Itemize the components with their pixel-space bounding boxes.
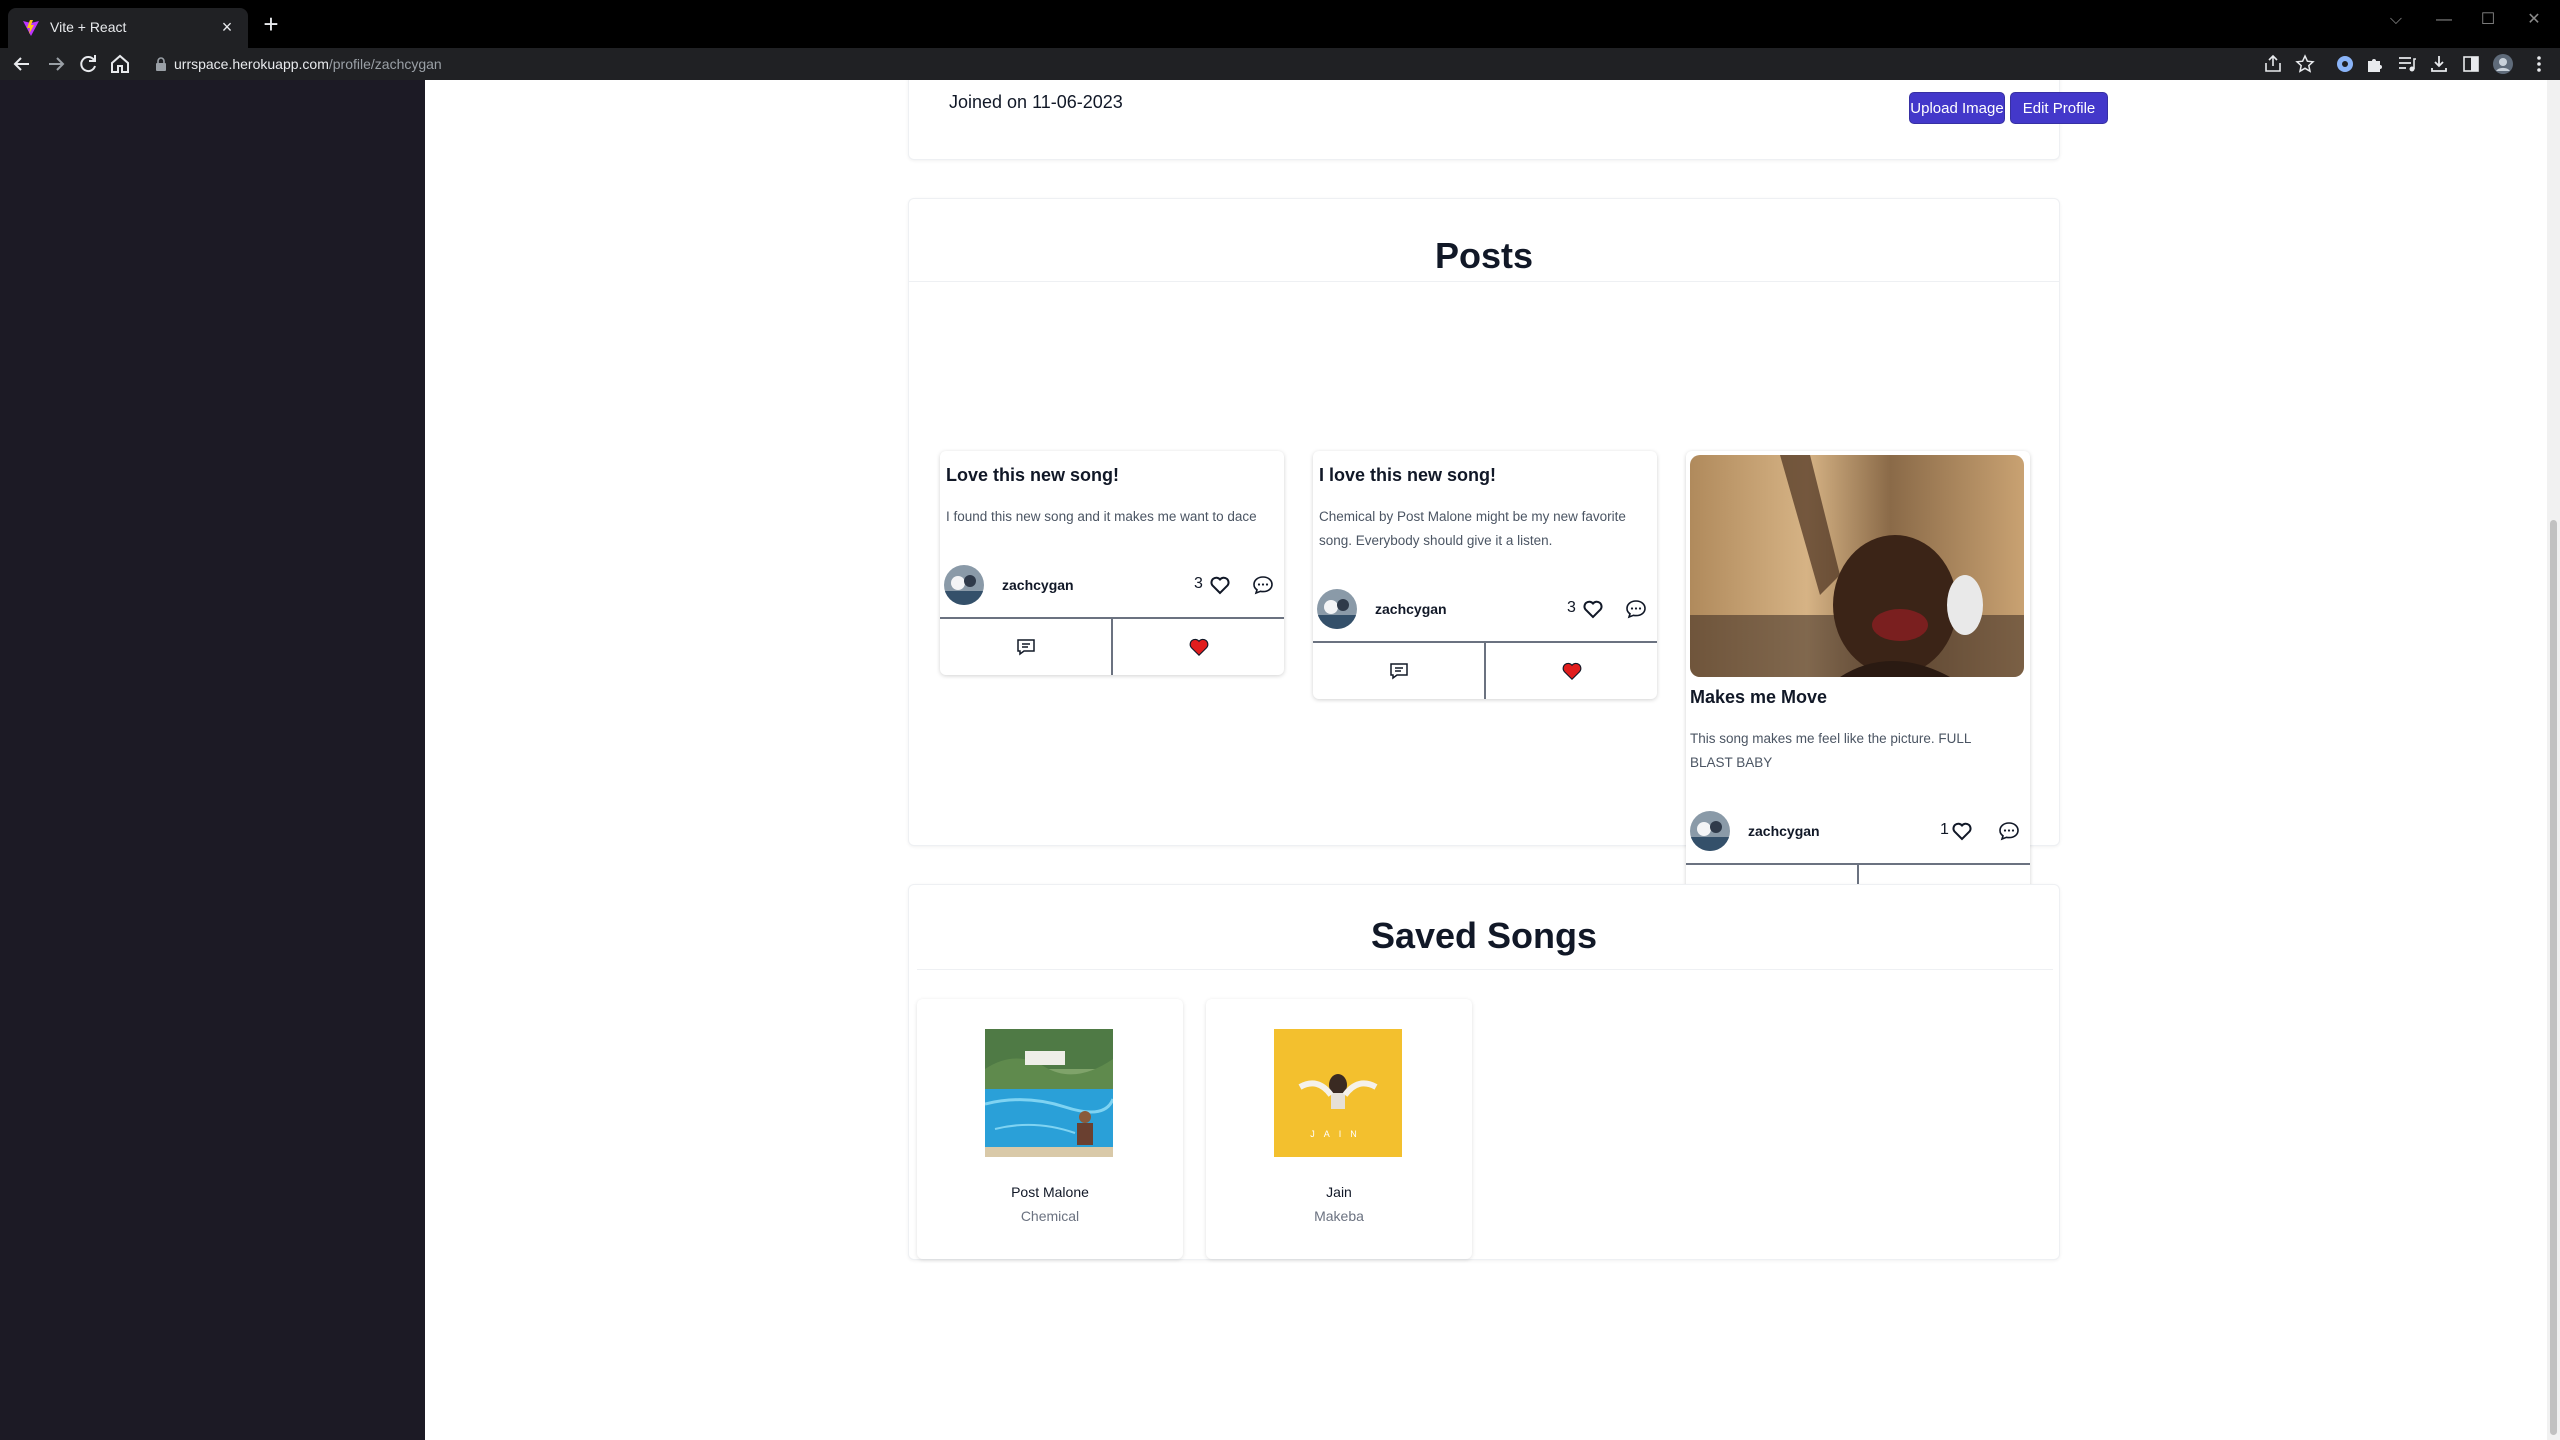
comment-icon[interactable] — [1624, 597, 1648, 621]
posts-section: Posts Love this new song! I found this n… — [908, 198, 2060, 921]
post-username[interactable]: zachcygan — [1375, 601, 1447, 617]
like-count: 3 — [1567, 599, 1576, 616]
album-cover: JAIN — [1274, 1029, 1402, 1157]
post-body: I found this new song and it makes me wa… — [946, 509, 1257, 524]
download-icon[interactable] — [2428, 53, 2450, 75]
browser-tab[interactable]: Vite + React × — [8, 8, 248, 48]
edit-profile-button[interactable]: Edit Profile — [2010, 92, 2108, 124]
comment-button[interactable] — [940, 619, 1112, 675]
like-count: 1 — [1940, 821, 1949, 838]
profile-avatar-icon[interactable] — [2492, 53, 2514, 75]
post-title: Love this new song! — [946, 465, 1120, 485]
heart-outline-icon[interactable] — [1208, 573, 1232, 597]
page-scrollbar[interactable] — [2547, 80, 2560, 1440]
reload-icon[interactable] — [76, 52, 100, 76]
song-card[interactable]: JAIN Jain Makeba — [1206, 999, 1472, 1259]
post-title: Makes me Move — [1690, 687, 1828, 707]
tab-search-icon[interactable]: ⌵ — [2376, 6, 2416, 34]
post-photo — [1690, 455, 2024, 677]
song-artist: Post Malone — [1011, 1184, 1089, 1200]
tab-title: Vite + React — [50, 19, 127, 35]
post-username[interactable]: zachcygan — [1748, 823, 1820, 839]
saved-songs-divider — [917, 969, 2053, 970]
home-icon[interactable] — [108, 52, 132, 76]
user-avatar[interactable] — [1317, 589, 1357, 629]
close-window-icon[interactable]: ✕ — [2514, 6, 2554, 34]
user-avatar[interactable] — [944, 565, 984, 605]
posts-divider — [909, 281, 2059, 282]
bookmark-star-icon[interactable] — [2294, 53, 2316, 75]
upload-image-button[interactable]: Upload Image — [1909, 92, 2005, 124]
puzzle-extensions-icon[interactable] — [2364, 53, 2386, 75]
song-card[interactable]: Post Malone Chemical — [917, 999, 1183, 1259]
media-control-icon[interactable] — [2396, 53, 2418, 75]
user-avatar[interactable] — [1690, 811, 1730, 851]
message-square-icon — [1016, 639, 1035, 656]
browser-toolbar: urrspace.herokuapp.com/profile/zachcygan — [0, 48, 2560, 80]
like-button[interactable] — [1112, 619, 1284, 675]
album-cover-text: JAIN — [1310, 1129, 1366, 1139]
like-count: 3 — [1194, 575, 1203, 592]
heart-outline-icon[interactable] — [1581, 597, 1605, 621]
song-artist: Jain — [1326, 1184, 1352, 1200]
main-content: Joined on 11-06-2023 Upload Image Edit P… — [425, 80, 2547, 1440]
posts-heading: Posts — [1434, 235, 1534, 276]
post-actions — [940, 617, 1284, 675]
share-icon[interactable] — [2262, 53, 2284, 75]
like-button[interactable] — [1485, 643, 1657, 699]
sidebar — [0, 80, 425, 1440]
saved-songs-heading: Saved Songs — [1370, 915, 1598, 956]
post-title: I love this new song! — [1319, 465, 1497, 485]
back-icon[interactable] — [10, 52, 34, 76]
url-text: urrspace.herokuapp.com/profile/zachcygan — [174, 56, 442, 72]
heart-filled-icon — [1189, 638, 1208, 657]
tab-close-icon[interactable]: × — [216, 16, 238, 38]
minimize-icon[interactable]: — — [2424, 6, 2464, 34]
post-actions — [1313, 641, 1657, 699]
comment-icon[interactable] — [1997, 819, 2021, 843]
saved-songs-section: Saved Songs Post Malone Chemical JAIN Ja… — [908, 884, 2060, 1260]
vite-favicon-icon — [23, 20, 39, 36]
new-tab-icon[interactable]: + — [258, 11, 284, 38]
maximize-icon[interactable]: ☐ — [2468, 6, 2508, 34]
song-title: Makeba — [1314, 1208, 1364, 1224]
post-card: Love this new song! I found this new son… — [940, 451, 1284, 675]
side-panel-icon[interactable] — [2460, 53, 2482, 75]
browser-tab-bar: Vite + React × + ⌵ — ☐ ✕ — [0, 0, 2560, 48]
browser-menu-icon[interactable] — [2528, 53, 2550, 75]
post-username[interactable]: zachcygan — [1002, 577, 1074, 593]
post-card: I love this new song! Chemical by Post M… — [1313, 451, 1657, 699]
heart-outline-icon[interactable] — [1950, 819, 1974, 843]
extension-icon[interactable] — [2334, 53, 2356, 75]
heart-filled-icon — [1562, 662, 1581, 681]
comment-icon[interactable] — [1251, 573, 1275, 597]
comment-button[interactable] — [1313, 643, 1485, 699]
message-square-icon — [1389, 663, 1408, 680]
lock-icon[interactable] — [154, 56, 168, 72]
album-cover — [985, 1029, 1113, 1157]
post-body: Chemical by Post Malone might be my new … — [1319, 509, 1626, 548]
forward-icon[interactable] — [44, 52, 68, 76]
post-image[interactable] — [1690, 455, 2024, 677]
song-title: Chemical — [1020, 1208, 1080, 1224]
post-card: Makes me Move This song makes me feel li… — [1686, 451, 2030, 921]
address-bar[interactable]: urrspace.herokuapp.com/profile/zachcygan — [146, 49, 2246, 79]
scrollbar-thumb[interactable] — [2550, 520, 2557, 1435]
joined-date: Joined on 11-06-2023 — [949, 92, 1123, 112]
post-body: This song makes me feel like the picture… — [1690, 731, 1971, 770]
profile-card: Joined on 11-06-2023 Upload Image Edit P… — [908, 80, 2108, 160]
